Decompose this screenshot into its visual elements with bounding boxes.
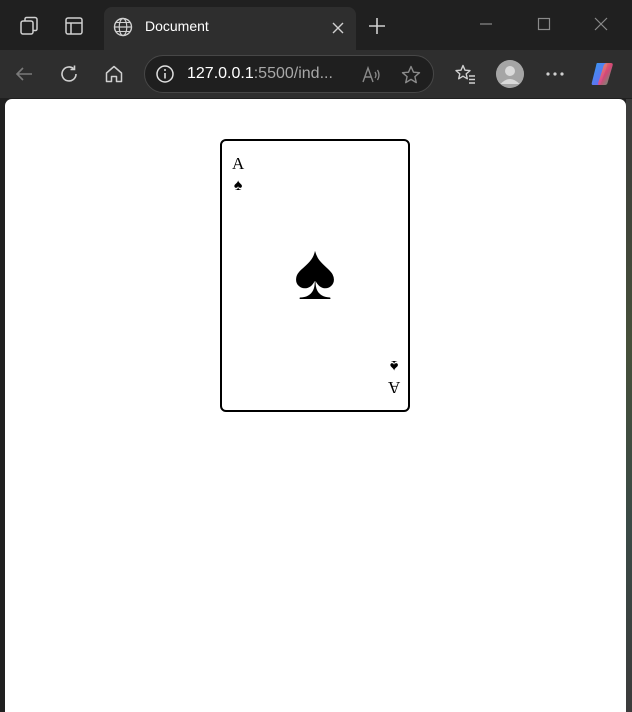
- copilot-button[interactable]: [585, 57, 619, 91]
- maximize-button[interactable]: [526, 8, 562, 40]
- close-icon: [594, 17, 608, 31]
- home-icon: [105, 65, 123, 83]
- tab-title: Document: [145, 18, 209, 34]
- minimize-button[interactable]: [468, 8, 504, 40]
- desktop-edge: [626, 99, 632, 712]
- close-tab-button[interactable]: [326, 16, 350, 40]
- url-host: 127.0.0.1: [187, 65, 254, 82]
- more-icon: [546, 72, 564, 76]
- page-viewport: A ♠ ♠ A ♠: [5, 99, 626, 712]
- add-favorite-button[interactable]: [399, 63, 423, 87]
- address-bar[interactable]: 127.0.0.1:5500/ind...: [144, 55, 434, 93]
- more-button[interactable]: [538, 57, 572, 91]
- star-icon: [401, 65, 421, 84]
- close-icon: [332, 22, 344, 34]
- read-aloud-icon: [362, 65, 380, 83]
- home-button[interactable]: [97, 57, 131, 91]
- favorites-icon: [455, 64, 475, 84]
- tab-actions-button[interactable]: [57, 9, 91, 43]
- minimize-icon: [480, 23, 492, 25]
- copilot-icon: [591, 63, 613, 85]
- spade-icon: ♠: [389, 357, 399, 374]
- profile-avatar-icon: [496, 60, 524, 88]
- read-aloud-button[interactable]: [359, 63, 383, 87]
- workspaces-icon: [20, 16, 38, 35]
- tab-actions-icon: [65, 17, 83, 35]
- spade-icon: ♠: [233, 177, 243, 194]
- new-tab-button[interactable]: [360, 9, 394, 43]
- favorites-button[interactable]: [448, 57, 482, 91]
- refresh-button[interactable]: [52, 57, 86, 91]
- url-path: :5500/ind...: [253, 65, 333, 82]
- card-rank: A: [387, 378, 400, 397]
- back-button[interactable]: [7, 57, 41, 91]
- globe-icon: [113, 17, 133, 37]
- close-window-button[interactable]: [583, 8, 619, 40]
- card-corner-top: A ♠: [232, 155, 244, 194]
- plus-icon: [369, 18, 385, 34]
- center-spade-icon: ♠: [293, 229, 337, 317]
- url-text[interactable]: 127.0.0.1:5500/ind...: [187, 65, 333, 83]
- toolbar: 127.0.0.1:5500/ind...: [0, 50, 632, 98]
- workspaces-button[interactable]: [12, 9, 46, 43]
- card-rank: A: [232, 154, 245, 173]
- refresh-icon: [61, 65, 77, 82]
- maximize-icon: [537, 17, 551, 31]
- profile-avatar-button[interactable]: [496, 60, 524, 88]
- site-info-button[interactable]: [154, 63, 176, 85]
- back-arrow-icon: [15, 67, 32, 81]
- tab-document[interactable]: Document: [104, 7, 356, 50]
- tab-strip: Document: [0, 0, 632, 50]
- info-icon: [156, 65, 174, 83]
- playing-card: A ♠ ♠ A ♠: [220, 139, 410, 412]
- card-corner-bottom: A ♠: [387, 357, 400, 397]
